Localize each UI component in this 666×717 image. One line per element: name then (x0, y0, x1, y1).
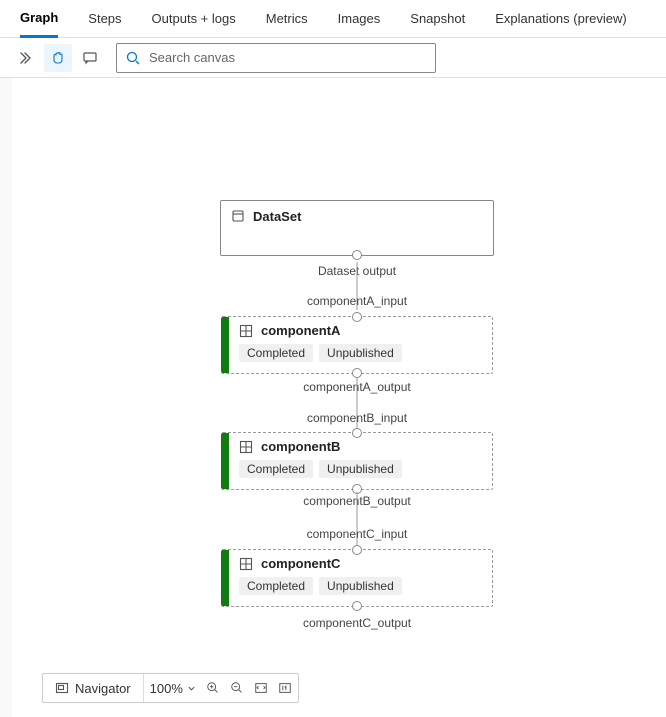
dataset-output-port[interactable] (352, 250, 362, 260)
compB-input-port[interactable] (352, 428, 362, 438)
tab-explanations[interactable]: Explanations (preview) (495, 1, 627, 36)
compC-status-unpublished: Unpublished (319, 577, 402, 595)
compC-input-port[interactable] (352, 545, 362, 555)
compB-title: componentB (261, 439, 340, 454)
compA-input-port[interactable] (352, 312, 362, 322)
fit-screen-button[interactable] (254, 681, 268, 695)
canvas-area[interactable]: DataSet Dataset output componentA_input … (0, 78, 666, 717)
tab-graph[interactable]: Graph (20, 0, 58, 38)
navigator-button[interactable]: Navigator (43, 674, 143, 702)
search-input[interactable] (149, 50, 427, 65)
navigator-icon (55, 681, 69, 695)
compA-title: componentA (261, 323, 340, 338)
canvas-footer: Navigator 100% (42, 673, 299, 703)
comment-button[interactable] (76, 44, 104, 72)
zoom-out-button[interactable] (230, 681, 244, 695)
actual-size-button[interactable] (278, 681, 292, 695)
compC-status-bar (221, 550, 229, 606)
expand-panel-button[interactable] (12, 44, 40, 72)
node-dataset[interactable]: DataSet (220, 200, 494, 256)
compA-status-unpublished: Unpublished (319, 344, 402, 362)
compA-status-bar (221, 317, 229, 373)
compB-status-unpublished: Unpublished (319, 460, 402, 478)
component-icon (239, 324, 253, 338)
tab-bar: Graph Steps Outputs + logs Metrics Image… (0, 0, 666, 38)
compC-output-port[interactable] (352, 601, 362, 611)
zoom-value-text: 100% (150, 681, 183, 696)
component-icon (239, 557, 253, 571)
compA-status-completed: Completed (239, 344, 313, 362)
tab-images[interactable]: Images (338, 1, 381, 36)
search-icon (125, 50, 141, 66)
compC-input-label: componentC_input (257, 527, 457, 541)
compC-status-completed: Completed (239, 577, 313, 595)
node-componentA[interactable]: componentA Completed Unpublished (221, 316, 493, 374)
search-canvas[interactable] (116, 43, 436, 73)
compA-input-label: componentA_input (257, 294, 457, 308)
tab-snapshot[interactable]: Snapshot (410, 1, 465, 36)
compB-status-bar (221, 433, 229, 489)
compB-status-completed: Completed (239, 460, 313, 478)
tab-outputs-logs[interactable]: Outputs + logs (152, 1, 236, 36)
dataset-icon (231, 209, 245, 223)
compC-title: componentC (261, 556, 340, 571)
compA-output-port[interactable] (352, 368, 362, 378)
zoom-level[interactable]: 100% (150, 681, 196, 696)
chevron-down-icon (187, 684, 196, 693)
compB-input-label: componentB_input (257, 411, 457, 425)
pan-tool-button[interactable] (44, 44, 72, 72)
navigator-label: Navigator (75, 681, 131, 696)
component-icon (239, 440, 253, 454)
dataset-label: DataSet (253, 209, 301, 224)
compC-output-label: componentC_output (257, 616, 457, 630)
node-componentB[interactable]: componentB Completed Unpublished (221, 432, 493, 490)
zoom-in-button[interactable] (206, 681, 220, 695)
canvas-toolbar (0, 38, 666, 78)
node-componentC[interactable]: componentC Completed Unpublished (221, 549, 493, 607)
tab-steps[interactable]: Steps (88, 1, 121, 36)
tab-metrics[interactable]: Metrics (266, 1, 308, 36)
